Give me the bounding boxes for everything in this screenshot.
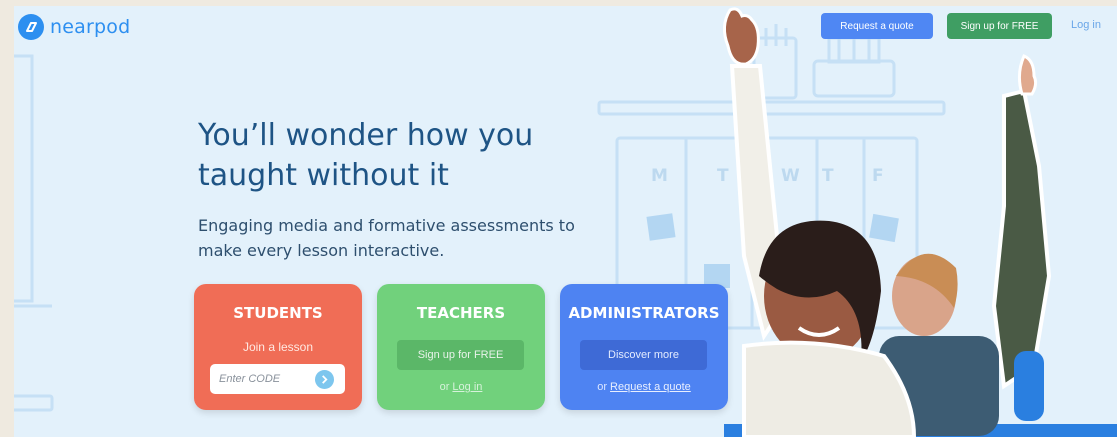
hero-headline: You’ll wonder how you taught without it bbox=[198, 118, 534, 193]
students-card-title: STUDENTS bbox=[233, 304, 323, 322]
students-card: STUDENTS Join a lesson bbox=[194, 284, 362, 410]
calendar-day-m: M bbox=[651, 166, 668, 186]
administrators-card: ADMINISTRATORS Discover more or Request … bbox=[560, 284, 728, 410]
administrators-card-title: ADMINISTRATORS bbox=[568, 304, 720, 322]
join-lesson-label: Join a lesson bbox=[242, 340, 314, 354]
chevron-right-icon[interactable] bbox=[315, 370, 334, 389]
discover-more-button[interactable]: Discover more bbox=[580, 340, 707, 370]
nearpod-logo-icon bbox=[18, 14, 44, 40]
students-raising-hands-image bbox=[723, 7, 1117, 437]
admin-quote-row: or Request a quote bbox=[560, 381, 728, 393]
admin-request-quote-link[interactable]: Request a quote bbox=[610, 381, 691, 393]
teacher-login-row: or Log in bbox=[377, 381, 545, 393]
nearpod-logo[interactable]: nearpod bbox=[18, 14, 130, 40]
teacher-login-link[interactable]: Log in bbox=[452, 381, 482, 393]
landing-page: M T W T F nearpod Request a quote Sign u… bbox=[14, 6, 1117, 437]
teachers-card-title: TEACHERS bbox=[416, 304, 506, 322]
logo-wordmark: nearpod bbox=[50, 16, 131, 38]
teachers-card: TEACHERS Sign up for FREE or Log in bbox=[377, 284, 545, 410]
teacher-login-prefix: or bbox=[439, 381, 450, 393]
teacher-signup-button[interactable]: Sign up for FREE bbox=[397, 340, 524, 370]
hero-subhead: Engaging media and formative assessments… bbox=[198, 216, 575, 260]
admin-quote-prefix: or bbox=[597, 381, 607, 393]
